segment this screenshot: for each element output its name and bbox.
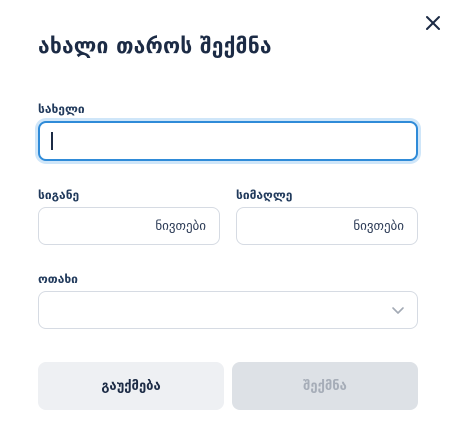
room-label: ოთახი xyxy=(38,272,78,286)
room-select[interactable] xyxy=(38,291,418,329)
width-label: სიგანე xyxy=(38,188,80,202)
height-input[interactable]: ნივთები xyxy=(236,207,418,245)
close-icon[interactable] xyxy=(420,10,446,36)
name-label: სახელი xyxy=(38,102,85,116)
width-input[interactable]: ნივთები xyxy=(38,207,220,245)
dialog-title: ახალი თაროს შექმნა xyxy=(38,34,272,58)
create-button[interactable]: შექმნა xyxy=(232,362,418,410)
chevron-down-icon xyxy=(392,307,404,314)
cancel-button[interactable]: გაუქმება xyxy=(38,362,224,410)
height-unit: ნივთები xyxy=(353,219,404,234)
name-input[interactable] xyxy=(38,121,418,161)
cancel-button-label: გაუქმება xyxy=(101,378,161,394)
width-unit: ნივთები xyxy=(155,219,206,234)
create-button-label: შექმნა xyxy=(303,378,347,394)
text-caret xyxy=(51,132,53,150)
create-shelf-dialog: ახალი თაროს შექმნა სახელი სიგანე ნივთები… xyxy=(0,0,456,447)
height-label: სიმაღლე xyxy=(236,188,293,202)
